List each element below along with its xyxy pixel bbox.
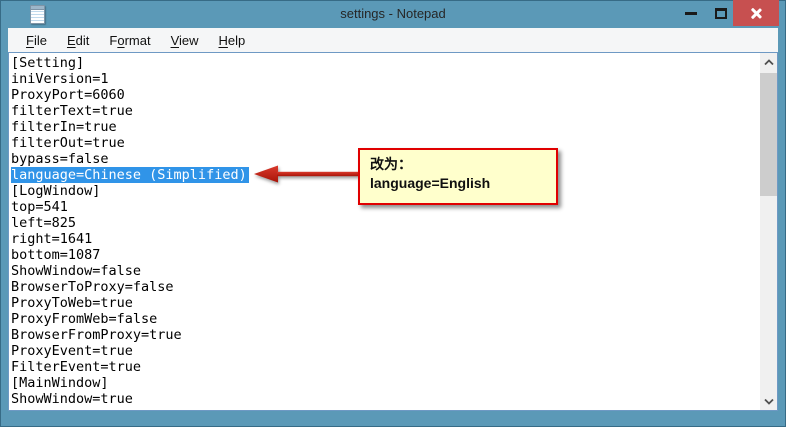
editor-line[interactable]: [MainWindow]: [11, 375, 759, 391]
editor-line[interactable]: [Setting]: [11, 55, 759, 71]
callout-line2: language=English: [370, 175, 491, 191]
editor-line[interactable]: ShowWindow=true: [11, 391, 759, 407]
editor-line[interactable]: iniVersion=1: [11, 71, 759, 87]
menu-edit[interactable]: Edit: [57, 30, 99, 51]
editor-line[interactable]: filterText=true: [11, 103, 759, 119]
scrollbar-thumb[interactable]: [760, 73, 777, 196]
editor-line[interactable]: left=825: [11, 215, 759, 231]
editor-line[interactable]: ShowWindow=false: [11, 263, 759, 279]
annotation-arrow: [252, 163, 360, 187]
editor-line[interactable]: BrowserFromProxy=true: [11, 327, 759, 343]
menu-help[interactable]: Help: [209, 30, 256, 51]
text-editor[interactable]: [Setting] iniVersion=1 ProxyPort=6060 fi…: [8, 52, 778, 411]
editor-line[interactable]: right=1641: [11, 231, 759, 247]
menu-view[interactable]: View: [161, 30, 209, 51]
window-title: settings - Notepad: [340, 6, 446, 21]
editor-line[interactable]: ProxyToWeb=true: [11, 295, 759, 311]
annotation-callout: 改为： language=English: [358, 148, 558, 205]
menu-file[interactable]: File: [16, 30, 57, 51]
editor-line[interactable]: filterIn=true: [11, 119, 759, 135]
minimize-button[interactable]: [678, 0, 704, 26]
close-icon: [750, 7, 763, 20]
editor-content[interactable]: [Setting] iniVersion=1 ProxyPort=6060 fi…: [9, 53, 759, 410]
close-button[interactable]: [733, 0, 779, 26]
maximize-button[interactable]: [708, 0, 734, 26]
minimize-icon: [685, 11, 697, 15]
callout-line1: 改为：: [370, 156, 412, 172]
editor-line[interactable]: ProxyEvent=true: [11, 343, 759, 359]
vertical-scrollbar[interactable]: [760, 53, 777, 410]
editor-line[interactable]: BrowserToProxy=false: [11, 279, 759, 295]
menubar: File Edit Format View Help: [8, 28, 778, 52]
scroll-down-button[interactable]: [760, 392, 777, 410]
editor-line[interactable]: ProxyPort=6060: [11, 87, 759, 103]
maximize-icon: [715, 7, 727, 19]
selected-text[interactable]: language=Chinese (Simplified): [11, 167, 249, 183]
notepad-window: settings - Notepad File Edit Format View…: [0, 0, 786, 427]
menu-format[interactable]: Format: [99, 30, 160, 51]
chevron-up-icon: [763, 58, 774, 65]
scroll-up-button[interactable]: [760, 53, 777, 71]
editor-line[interactable]: bottom=1087: [11, 247, 759, 263]
editor-line[interactable]: FilterEvent=true: [11, 359, 759, 375]
left-arrow-icon: [254, 165, 359, 183]
editor-line[interactable]: ProxyFromWeb=false: [11, 311, 759, 327]
chevron-down-icon: [763, 398, 774, 405]
titlebar[interactable]: settings - Notepad: [0, 0, 786, 28]
